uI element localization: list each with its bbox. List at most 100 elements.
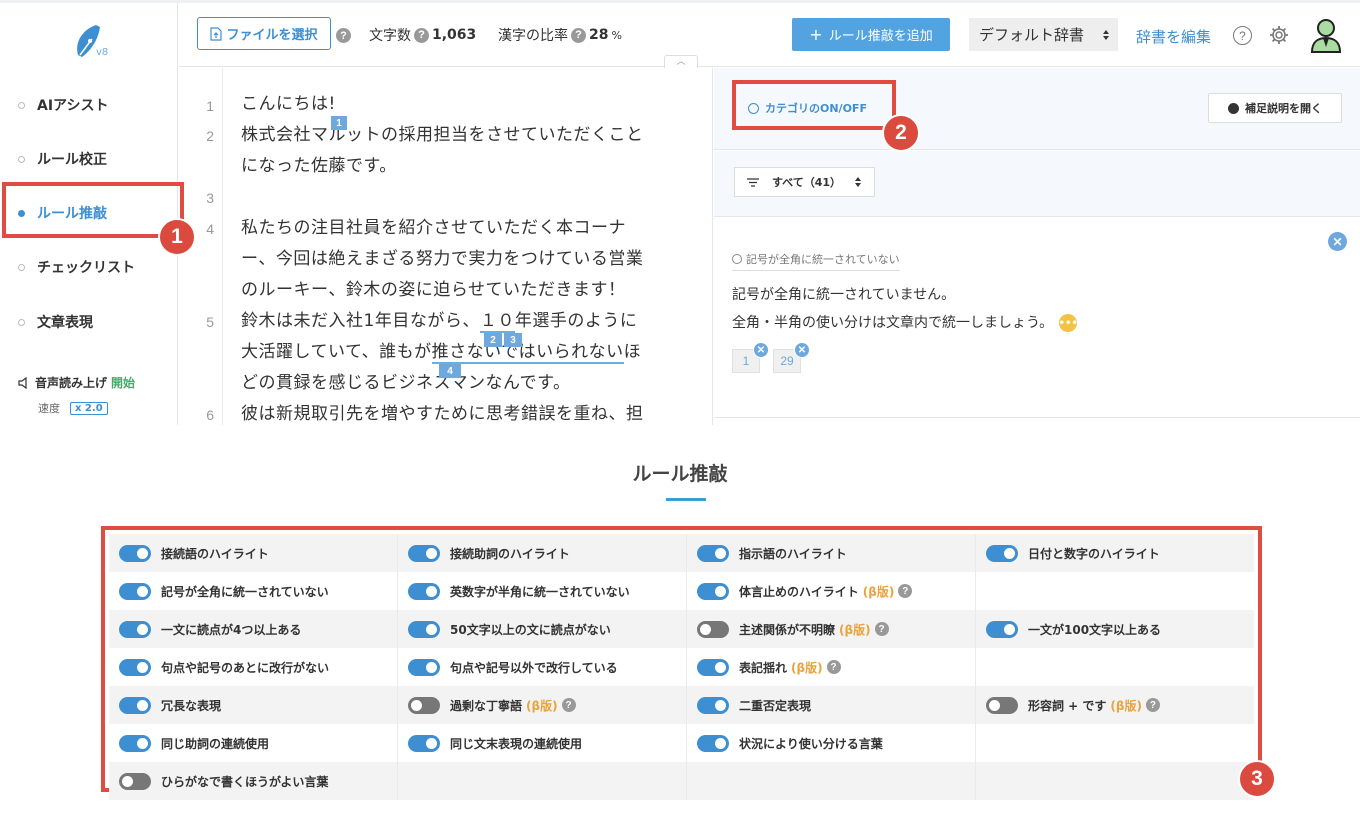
reference-chip[interactable]: 29 ✕ [773, 342, 810, 373]
rule-toggle[interactable] [986, 696, 1018, 714]
gear-icon[interactable] [1269, 25, 1289, 45]
close-icon[interactable]: ✕ [794, 342, 810, 358]
app-window: v8 AIアシスト ルール校正 ルール推敲 チェックリスト 文章表現 音声読み上… [0, 0, 1360, 425]
supplement-button[interactable]: 補足説明を開く [1208, 93, 1342, 123]
help-icon[interactable]: ? [874, 622, 889, 636]
rule-toggle[interactable] [119, 734, 151, 752]
rules-row: 一文に読点が4つ以上ある 50文字以上の文に読点がない 主述関係が不明瞭 (β版)? 一… [109, 610, 1254, 648]
rule-cell: 同じ助詞の連続使用 [109, 724, 398, 762]
rule-toggle[interactable] [119, 582, 151, 600]
rule-toggle[interactable] [408, 658, 440, 676]
editor-text: 鈴木は未だ入社1年目ながら、 [241, 311, 480, 331]
rule-toggle[interactable] [119, 696, 151, 714]
avatar[interactable] [1309, 17, 1343, 53]
highlight-box [2, 182, 184, 238]
filter-value: すべて（41） [771, 176, 842, 189]
add-rule-button[interactable]: + ルール推敲を追加 [792, 18, 950, 51]
rules-row: 冗長な表現 過剰な丁寧語 (β版)? 二重否定表現 形容詞 + です (β版)? [109, 686, 1254, 724]
flagged-text[interactable]: 推さないではいられない [431, 342, 624, 364]
rule-cell: 表記揺れ (β版)? [687, 648, 976, 686]
rules-row: 句点や記号のあとに改行がない 句点や記号以外で改行している 表記揺れ (β版)? [109, 648, 1254, 686]
editor-line: 私たちの注目社員を紹介させていただく本コーナ [241, 218, 626, 238]
sidebar-item-label: 文章表現 [37, 315, 93, 331]
sidebar-item-expression[interactable]: 文章表現 [0, 307, 178, 337]
rule-toggle[interactable] [408, 582, 440, 600]
rule-toggle[interactable] [119, 620, 151, 638]
help-icon[interactable]: ? [414, 27, 429, 43]
dictionary-select[interactable]: デフォルト辞書 [969, 18, 1118, 51]
editor-line: になった佐藤です。 [241, 156, 397, 176]
line-number: 4 [206, 221, 214, 237]
beta-label: (β版) [862, 584, 895, 599]
rule-toggle[interactable] [119, 772, 151, 790]
text-editor[interactable]: 1 2 3 4 5 6 こんにちは! 株式会社マルットの採用担当をさせていただく… [179, 68, 713, 425]
rule-cell: 記号が全角に統一されていない [109, 572, 398, 610]
help-icon[interactable]: ? [571, 27, 586, 43]
char-count-value: 1,063 [432, 27, 477, 43]
rule-label: 過剰な丁寧語 [450, 698, 523, 713]
beta-label: (β版) [839, 622, 871, 637]
card-message-text: 全角・半角の使い分けは文章内で統一しましょう。 [732, 315, 1054, 331]
filter-select[interactable]: すべて（41） [734, 167, 875, 197]
rule-cell: 体言止めのハイライト (β版)? [687, 572, 976, 610]
section-title: ルール推敲 [632, 463, 728, 485]
rule-toggle[interactable] [697, 696, 729, 714]
edit-dictionary-link[interactable]: 辞書を編集 [1136, 26, 1211, 47]
collapse-toggle[interactable]: ︿ [664, 55, 698, 68]
rule-toggle[interactable] [697, 620, 729, 638]
help-icon[interactable]: ? [826, 660, 841, 674]
issue-marker[interactable]: 3 [504, 333, 522, 347]
rule-toggle[interactable] [986, 620, 1018, 638]
rule-tag-label: 記号が全角に統一されていない [746, 253, 900, 266]
rule-toggle[interactable] [697, 544, 729, 562]
help-icon[interactable]: ? [898, 584, 913, 598]
rule-label: 同じ文末表現の連続使用 [450, 736, 583, 751]
help-icon[interactable]: ? [1145, 698, 1160, 712]
issue-marker[interactable]: 4 [439, 364, 461, 378]
close-icon[interactable]: ✕ [1328, 232, 1347, 251]
rule-label: 日付と数字のハイライト [1028, 546, 1160, 561]
rule-toggle[interactable] [408, 620, 440, 638]
help-icon[interactable]: ? [561, 698, 576, 712]
help-circle-icon[interactable]: ? [1233, 26, 1252, 45]
rule-cell [976, 762, 1254, 800]
speed-button[interactable]: x 2.0 [70, 401, 108, 415]
rule-toggle[interactable] [697, 582, 729, 600]
rules-row: 同じ助詞の連続使用 同じ文末表現の連続使用 状況により使い分ける言葉 [109, 724, 1254, 762]
sidebar-item-checklist[interactable]: チェックリスト [0, 252, 178, 282]
rule-toggle[interactable] [697, 734, 729, 752]
sidebar-item-ai-assist[interactable]: AIアシスト [0, 90, 178, 120]
line-number: 3 [206, 190, 214, 206]
rule-cell: 同じ文末表現の連続使用 [398, 724, 687, 762]
issue-marker[interactable]: 2 [484, 333, 502, 347]
file-select-button[interactable]: ファイルを選択 [197, 17, 331, 50]
sidebar-item-label: ルール校正 [37, 152, 107, 168]
rule-label: 接続語のハイライト [161, 546, 269, 561]
editor-text: 年選手のように [514, 311, 638, 331]
issue-marker[interactable]: 1 [331, 116, 347, 130]
rule-label: 表記揺れ [739, 660, 788, 675]
rule-cell [976, 572, 1254, 610]
help-icon[interactable]: ? [336, 28, 351, 43]
rule-toggle[interactable] [119, 658, 151, 676]
sidebar-item-label: AIアシスト [37, 98, 109, 114]
rule-toggle[interactable] [119, 544, 151, 562]
voice-start-button[interactable]: 開始 [111, 374, 135, 391]
flagged-text[interactable]: １０ [479, 311, 515, 333]
speech-bubble-icon[interactable]: ••• [1059, 314, 1078, 332]
rule-cell: 二重否定表現 [687, 686, 976, 724]
rule-label: 一文に読点が4つ以上ある [161, 622, 302, 637]
sort-arrows-icon [1103, 29, 1109, 40]
rule-toggle[interactable] [408, 734, 440, 752]
close-icon[interactable]: ✕ [753, 342, 769, 358]
dictionary-select-value: デフォルト辞書 [979, 26, 1085, 44]
voice-label: 音声読み上げ [35, 376, 108, 390]
rule-toggle[interactable] [697, 658, 729, 676]
reference-chip[interactable]: 1 ✕ [732, 342, 769, 373]
bullet-icon [18, 155, 25, 163]
rule-toggle[interactable] [408, 696, 440, 714]
sidebar-item-rule-check[interactable]: ルール校正 [0, 144, 178, 174]
topbar: ファイルを選択 ? 文字数 ? 1,063 漢字の比率 ? 28% + ルール推… [179, 3, 1360, 68]
rule-toggle[interactable] [408, 544, 440, 562]
rule-toggle[interactable] [986, 544, 1018, 562]
